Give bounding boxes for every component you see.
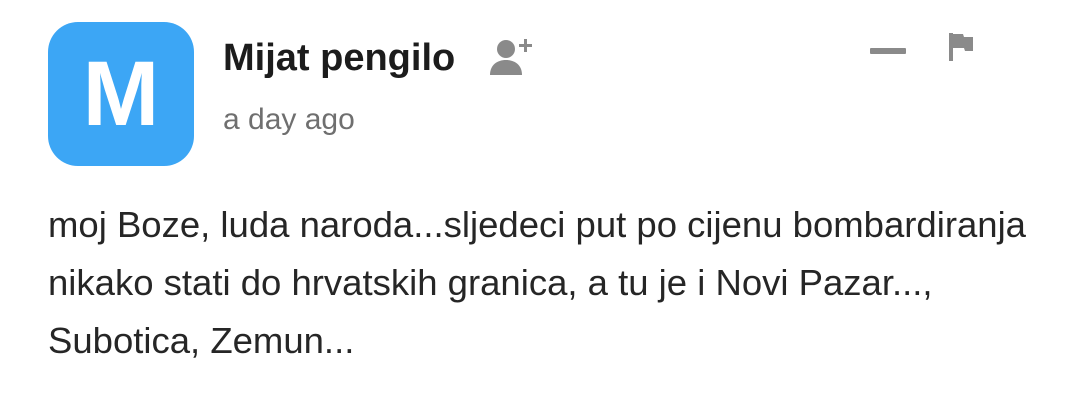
avatar[interactable]: M xyxy=(48,22,194,166)
add-user-icon[interactable] xyxy=(486,34,536,78)
author-name[interactable]: Mijat pengilo xyxy=(223,36,455,82)
flag-icon[interactable] xyxy=(946,31,976,63)
avatar-letter: M xyxy=(82,43,160,145)
timestamp: a day ago xyxy=(223,103,355,136)
comment-card: M Mijat pengilo a day ago moj Boze, luda… xyxy=(0,0,1080,401)
comment-body: moj Boze, luda naroda...sljedeci put po … xyxy=(48,204,1026,361)
collapse-icon[interactable] xyxy=(870,45,906,57)
